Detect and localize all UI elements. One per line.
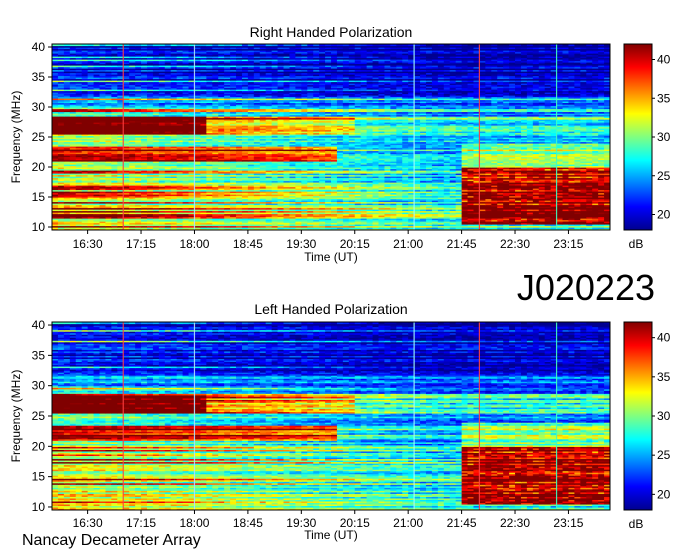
panel-title: Right Handed Polarization [250,24,413,40]
x-tick-label: 18:45 [233,237,263,251]
colorbar-unit-label: dB [629,237,644,251]
x-tick-label: 23:15 [553,516,583,530]
colorbar-tick-label: 25 [657,448,671,462]
colorbar-tick-label: 40 [657,53,671,67]
x-tick-label: 22:30 [500,237,530,251]
spectrum-panel-right-handed: Right Handed Polarization 16:30 17:15 18:00… [9,24,671,264]
y-tick-label: 40 [32,40,46,54]
y-tick-label: 35 [32,348,46,362]
x-tick-label: 21:00 [393,237,423,251]
observatory-name: Nancay Decameter Array [22,532,201,549]
x-tick-label: 17:15 [126,516,156,530]
colorbar-tick-label: 40 [657,331,671,345]
y-tick-label: 40 [32,318,46,332]
colorbar-gradient [623,321,653,511]
spectrum-heatmap [52,44,610,230]
x-tick-label: 23:15 [553,237,583,251]
observation-id: J020223 [517,267,655,308]
x-axis-title: Time (UT) [304,528,358,542]
colorbar-tick-label: 35 [657,91,671,105]
y-tick-label: 30 [32,100,46,114]
y-tick-label: 10 [32,500,46,514]
y-axis-title: Frequency (MHz) [9,370,23,463]
x-tick-label: 18:45 [233,516,263,530]
x-axis-title: Time (UT) [304,250,358,264]
colorbar: 20 25 30 35 40 dB [623,43,671,251]
x-tick-label: 20:15 [340,237,370,251]
y-tick-label: 10 [32,220,46,234]
y-tick-label: 15 [32,470,46,484]
x-tick-label: 18:00 [179,237,209,251]
y-axis-title: Frequency (MHz) [9,91,23,184]
x-tick-label: 21:45 [447,237,477,251]
colorbar-unit-label: dB [629,517,644,531]
colorbar-tick-label: 35 [657,370,671,384]
y-tick-label: 15 [32,190,46,204]
colorbar-tick-label: 20 [657,208,671,222]
y-tick-label: 25 [32,409,46,423]
x-tick-label: 18:00 [179,516,209,530]
x-tick-label: 16:30 [73,516,103,530]
x-tick-label: 22:30 [500,516,530,530]
x-tick-label: 19:30 [286,237,316,251]
colorbar-tick-label: 20 [657,487,671,501]
colorbar: 20 25 30 35 40 dB [623,321,671,531]
x-tick-label: 17:15 [126,237,156,251]
y-tick-label: 30 [32,379,46,393]
x-tick-label: 21:00 [393,516,423,530]
y-tick-label: 20 [32,439,46,453]
spectrum-heatmap [52,322,610,510]
x-tick-label: 16:30 [73,237,103,251]
panel-title: Left Handed Polarization [254,301,407,317]
y-tick-label: 35 [32,70,46,84]
y-tick-label: 25 [32,130,46,144]
colorbar-tick-label: 25 [657,169,671,183]
y-tick-label: 20 [32,160,46,174]
x-tick-label: 21:45 [447,516,477,530]
colorbar-tick-label: 30 [657,409,671,423]
colorbar-gradient [623,43,653,231]
colorbar-tick-label: 30 [657,130,671,144]
dynamic-spectrum-figure: Right Handed Polarization 16:30 17:15 18:00… [9,24,671,549]
spectrum-panel-left-handed: Left Handed Polarization 16:30 17:15 18:00 1… [9,301,671,542]
